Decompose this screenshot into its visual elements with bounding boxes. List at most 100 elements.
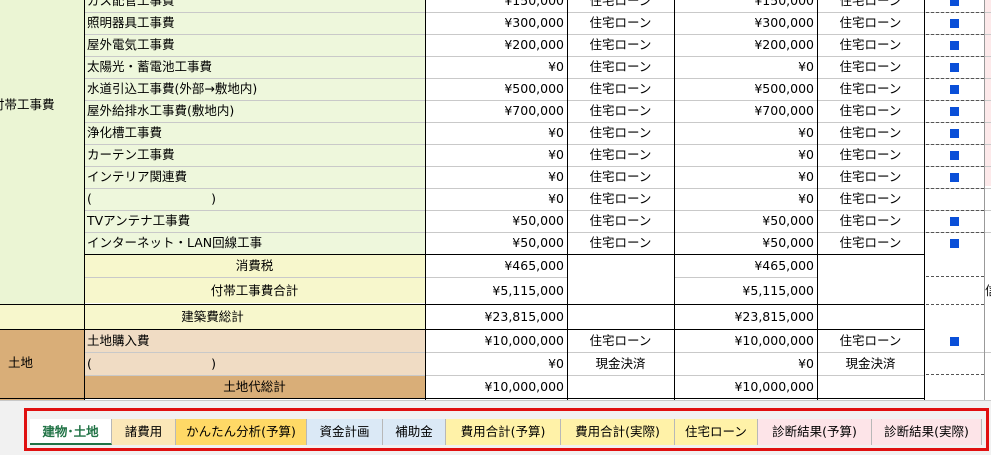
incidental-total-budget[interactable]: ¥5,115,000 xyxy=(425,278,567,303)
check-cell[interactable] xyxy=(924,56,984,78)
budget-cell[interactable]: ¥200,000 xyxy=(425,34,567,56)
budget-cell[interactable]: ¥50,000 xyxy=(425,210,567,232)
budget-payment-cell[interactable]: 住宅ローン xyxy=(567,188,674,210)
item-name[interactable]: 屋外給排水工事費(敷地内) xyxy=(84,100,425,122)
budget-payment-cell[interactable]: 住宅ローン xyxy=(567,122,674,144)
item-name[interactable]: 屋外電気工事費 xyxy=(84,34,425,56)
land-check-cell[interactable] xyxy=(924,330,984,352)
budget-payment-cell[interactable]: 住宅ローン xyxy=(567,34,674,56)
budget-payment-cell[interactable]: 住宅ローン xyxy=(567,56,674,78)
budget-payment-cell[interactable]: 住宅ローン xyxy=(567,0,674,12)
building-total-actual[interactable]: ¥23,815,000 xyxy=(674,305,817,329)
check-cell[interactable] xyxy=(924,188,984,210)
actual-payment-cell[interactable]: 住宅ローン xyxy=(817,56,924,78)
item-name[interactable]: ( ) xyxy=(84,188,425,210)
check-cell[interactable] xyxy=(924,166,984,188)
actual-payment-cell[interactable]: 住宅ローン xyxy=(817,100,924,122)
land-actual-payment[interactable]: 住宅ローン xyxy=(817,330,924,352)
item-name[interactable]: 浄化槽工事費 xyxy=(84,122,425,144)
checked-square-icon xyxy=(949,337,959,346)
remark-column[interactable] xyxy=(984,0,991,186)
actual-payment-cell[interactable]: 住宅ローン xyxy=(817,144,924,166)
actual-payment-cell[interactable]: 住宅ローン xyxy=(817,0,924,12)
actual-payment-cell[interactable]: 住宅ローン xyxy=(817,12,924,34)
item-name[interactable]: インターネット・LAN回線工事 xyxy=(84,232,425,254)
actual-cell[interactable]: ¥0 xyxy=(674,56,817,78)
budget-cell[interactable]: ¥50,000 xyxy=(425,232,567,254)
checked-square-icon xyxy=(949,63,959,72)
incidental-total-actual[interactable]: ¥5,115,000 xyxy=(674,278,817,303)
actual-payment-cell[interactable]: 住宅ローン xyxy=(817,166,924,188)
budget-payment-cell[interactable]: 住宅ローン xyxy=(567,232,674,254)
land-budget[interactable]: ¥10,000,000 xyxy=(425,330,567,352)
land-item-name[interactable]: ( ) xyxy=(84,353,425,375)
check-cell[interactable] xyxy=(924,122,984,144)
land-total-actual[interactable]: ¥10,000,000 xyxy=(674,376,817,398)
budget-payment-cell[interactable]: 住宅ローン xyxy=(567,166,674,188)
actual-cell[interactable]: ¥0 xyxy=(674,166,817,188)
building-total-budget[interactable]: ¥23,815,000 xyxy=(425,305,567,329)
actual-payment-cell[interactable]: 住宅ローン xyxy=(817,188,924,210)
budget-payment-cell[interactable]: 住宅ローン xyxy=(567,78,674,100)
check-cell[interactable] xyxy=(924,232,984,254)
budget-cell[interactable]: ¥700,000 xyxy=(425,100,567,122)
actual-payment-cell[interactable]: 住宅ローン xyxy=(817,122,924,144)
actual-cell[interactable]: ¥200,000 xyxy=(674,34,817,56)
budget-cell[interactable]: ¥0 xyxy=(425,144,567,166)
land-actual[interactable]: ¥10,000,000 xyxy=(674,330,817,352)
tax-actual[interactable]: ¥465,000 xyxy=(674,255,817,277)
land-budget[interactable]: ¥0 xyxy=(425,353,567,375)
actual-cell[interactable]: ¥50,000 xyxy=(674,232,817,254)
actual-cell[interactable]: ¥500,000 xyxy=(674,78,817,100)
spreadsheet-grid[interactable]: 付帯工事費 土地 ガス配管工事費 照明器具工事費 屋外電気工事費 太陽光・蓄電池… xyxy=(0,0,991,400)
actual-cell[interactable]: ¥700,000 xyxy=(674,100,817,122)
section-incidental[interactable]: 付帯工事費 xyxy=(0,0,84,304)
actual-payment-cell[interactable]: 住宅ローン xyxy=(817,210,924,232)
budget-payment-cell[interactable]: 住宅ローン xyxy=(567,144,674,166)
budget-cell[interactable]: ¥0 xyxy=(425,166,567,188)
land-budget-payment[interactable]: 住宅ローン xyxy=(567,330,674,352)
budget-payment-cell[interactable]: 住宅ローン xyxy=(567,210,674,232)
budget-payment-cell[interactable]: 住宅ローン xyxy=(567,12,674,34)
check-cell[interactable] xyxy=(924,0,984,12)
budget-cell[interactable]: ¥300,000 xyxy=(425,12,567,34)
item-name[interactable]: TVアンテナ工事費 xyxy=(84,210,425,232)
item-name[interactable]: 太陽光・蓄電池工事費 xyxy=(84,56,425,78)
actual-cell[interactable]: ¥150,000 xyxy=(674,0,817,12)
actual-payment-cell[interactable]: 住宅ローン xyxy=(817,78,924,100)
check-cell[interactable] xyxy=(924,100,984,122)
land-total-label: 土地代総計 xyxy=(84,376,425,398)
land-actual-payment[interactable]: 現金決済 xyxy=(817,353,924,375)
checked-square-icon xyxy=(949,85,959,94)
actual-cell[interactable]: ¥300,000 xyxy=(674,12,817,34)
item-name[interactable]: ガス配管工事費 xyxy=(84,0,425,12)
item-name[interactable]: 照明器具工事費 xyxy=(84,12,425,34)
land-actual[interactable]: ¥0 xyxy=(674,353,817,375)
budget-cell[interactable]: ¥0 xyxy=(425,122,567,144)
budget-payment-cell[interactable]: 住宅ローン xyxy=(567,100,674,122)
budget-cell[interactable]: ¥500,000 xyxy=(425,78,567,100)
section-land[interactable]: 土地 xyxy=(0,329,84,400)
check-cell[interactable] xyxy=(924,34,984,56)
check-cell[interactable] xyxy=(924,78,984,100)
checked-square-icon xyxy=(949,41,959,50)
actual-cell[interactable]: ¥0 xyxy=(674,188,817,210)
actual-cell[interactable]: ¥50,000 xyxy=(674,210,817,232)
tax-budget[interactable]: ¥465,000 xyxy=(425,255,567,277)
check-cell[interactable] xyxy=(924,144,984,166)
actual-payment-cell[interactable]: 住宅ローン xyxy=(817,232,924,254)
item-name[interactable]: カーテン工事費 xyxy=(84,144,425,166)
land-item-name[interactable]: 土地購入費 xyxy=(84,330,425,352)
budget-cell[interactable]: ¥0 xyxy=(425,188,567,210)
budget-cell[interactable]: ¥0 xyxy=(425,56,567,78)
item-name[interactable]: 水道引込工事費(外部→敷地内) xyxy=(84,78,425,100)
budget-cell[interactable]: ¥150,000 xyxy=(425,0,567,12)
check-cell[interactable] xyxy=(924,210,984,232)
item-name[interactable]: インテリア関連費 xyxy=(84,166,425,188)
land-budget-payment[interactable]: 現金決済 xyxy=(567,353,674,375)
actual-cell[interactable]: ¥0 xyxy=(674,122,817,144)
actual-cell[interactable]: ¥0 xyxy=(674,144,817,166)
land-total-budget[interactable]: ¥10,000,000 xyxy=(425,376,567,398)
check-cell[interactable] xyxy=(924,12,984,34)
actual-payment-cell[interactable]: 住宅ローン xyxy=(817,34,924,56)
